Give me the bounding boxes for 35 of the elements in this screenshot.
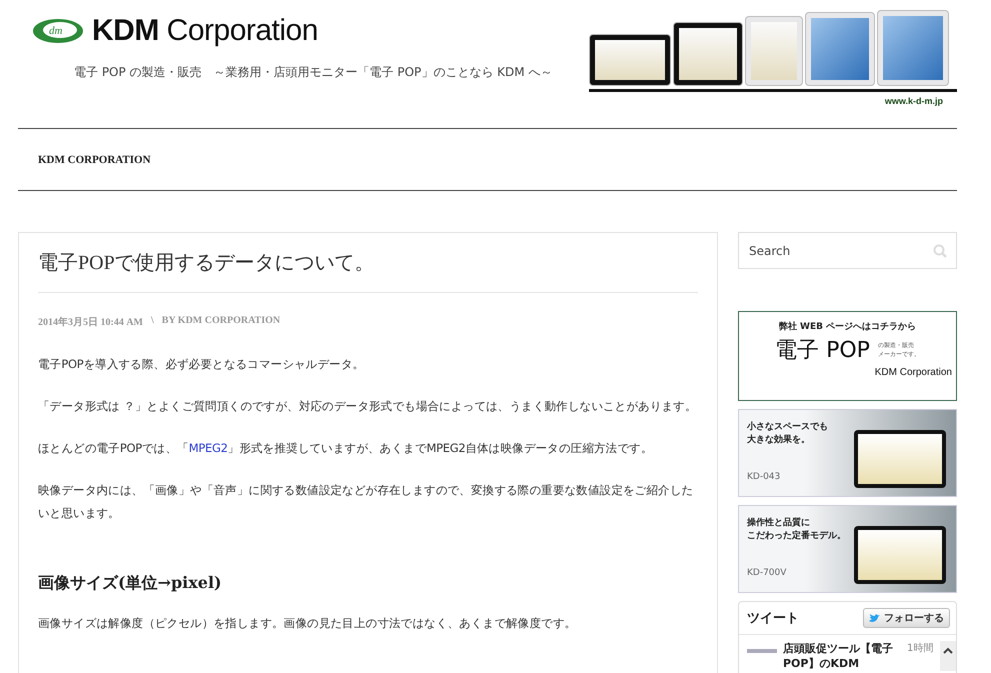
banner-text: 弊社 WEB ページへはコチラから	[778, 320, 916, 333]
banner-brand: KDM Corporation	[874, 367, 952, 378]
widget-title: ツイート	[747, 610, 799, 627]
post-author: BY KDM CORPORATION	[162, 315, 280, 328]
banner-title: 電子 POP	[775, 337, 870, 365]
tagline: 電子 POP の製造・販売 ～業務用・店頭用モニター「電子 POP」のことなら KDM へ～	[74, 64, 552, 81]
paragraph: 映像データ内には、「画像」や「音声」に関する数値設定などが存在しますので、変換する際の重要な数値設定をご紹介したいと思います。	[38, 482, 694, 522]
banner-text: こだわった定番モデル。	[747, 529, 847, 542]
model-name: KD-700V	[747, 568, 788, 578]
product-banner[interactable]: 操作性と品質に こだわった定番モデル。 KD-700V	[738, 505, 957, 593]
paragraph: ほとんどの電子POPでは、「MPEG2」形式を推奨していますが、あくまでMPEG2自体は映像データの圧縮方法です。	[38, 440, 654, 457]
banner-text: 操作性と品質に	[747, 516, 811, 529]
tweet-time: 1時間	[907, 642, 934, 655]
post-date: 2014年3月5日 10:44 AM	[38, 316, 143, 329]
article-title: 電子POPで使用するデータについて。	[38, 249, 698, 293]
paragraph: 画像サイズは解像度（ピクセル）を指します。画像の見た目上の寸法ではなく、あくまで解像度です。	[38, 615, 578, 632]
meta-separator: \	[151, 315, 154, 328]
paragraph: 電子POPを導入する際、必ず必要となるコマーシャルデータ。	[38, 356, 366, 373]
mpeg-link[interactable]: MPEG2	[188, 441, 228, 455]
paragraph: 「データ形式は ？」とよくご質問頂くのですが、対応のデータ形式でも場合によっては、うまく動作しないことがあります。	[38, 398, 698, 415]
search-field[interactable]: Search	[738, 232, 957, 269]
follow-button[interactable]: フォローする	[863, 608, 950, 628]
bird-icon	[869, 613, 881, 623]
search-icon	[933, 244, 947, 258]
website-url: www.k-d-m.jp	[884, 96, 943, 106]
nav-link[interactable]: KDM CORPORATION	[38, 154, 151, 166]
model-name: KD-043	[747, 472, 782, 482]
brand-name: KDM Corporation	[92, 14, 318, 48]
banner-text: 小さなスペースでも	[747, 420, 829, 433]
product-banner[interactable]: 小さなスペースでも 大きな効果を。 KD-043	[738, 409, 957, 497]
logo-icon: dm	[32, 18, 84, 44]
banner-text: 大きな効果を。	[747, 433, 811, 446]
section-heading: 画像サイズ(単位→pixel)	[38, 573, 223, 594]
scroll-up-icon[interactable]	[943, 647, 953, 654]
tweet-text[interactable]: 店頭販促ツール【電子POP】のKDM	[783, 641, 901, 671]
